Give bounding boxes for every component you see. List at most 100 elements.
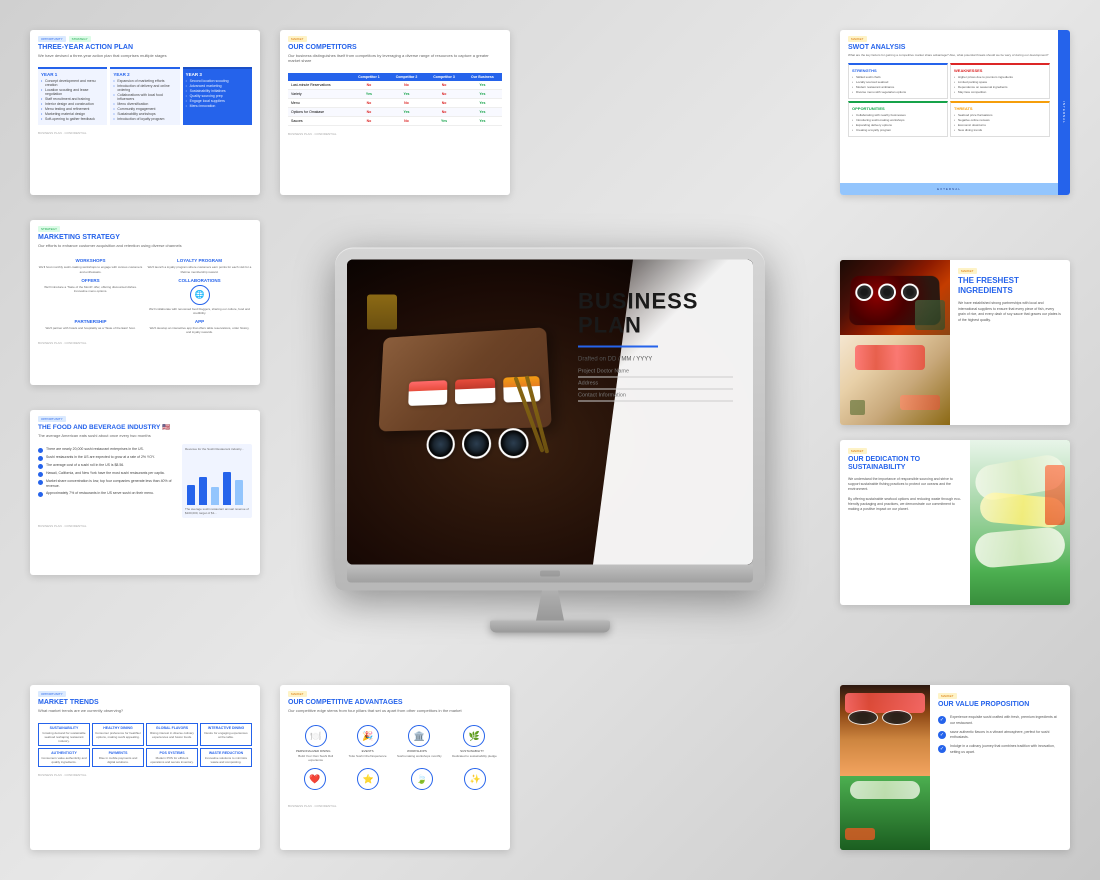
sushi-roll-3	[498, 428, 529, 459]
value-item-1: ✓ Experience exquisite sushi crafted wit…	[938, 715, 1062, 726]
swot-threats: THREATS Seafood price fluctuations Negat…	[950, 101, 1050, 137]
comp-col-1: Competitor 1	[350, 73, 388, 81]
value-item-2: ✓ savor authentic flavors in a vibrant a…	[938, 730, 1062, 741]
trend-payments: PAYMENTS Rise in mobile payments and dig…	[92, 748, 144, 767]
slide-footer: BUSINESS PLAN · CONFIDENTIAL	[30, 128, 260, 138]
check-icon-2: ✓	[938, 731, 946, 739]
value-image	[840, 685, 930, 850]
fresh-img-rolls	[840, 260, 950, 335]
value-text-3: Indulge in a culinary journey that combi…	[950, 744, 1062, 755]
tag-market-value: MARKET	[938, 693, 957, 699]
fb-subtitle: The average American eats sushi about on…	[38, 433, 252, 438]
adv-subtitle: Our competitive edge stems from four pil…	[288, 708, 502, 713]
star-icon: ⭐	[357, 768, 379, 790]
adv-icon2-4: ✨	[464, 768, 486, 792]
fb-chart: Revenue for the Sushi Restaurant industr…	[182, 444, 252, 518]
bp-subtitle: Drafted on DD / MM / YYYY	[578, 356, 733, 366]
trend-sustainability: SUSTAINABILITY Growing demand for sustai…	[38, 723, 90, 746]
bp-title-line1: BUSINESS	[578, 290, 733, 314]
bp-title-line2: PLAN	[578, 314, 733, 338]
slide-footer-comp: BUSINESS PLAN · CONFIDENTIAL	[280, 129, 510, 139]
slide-footer-mkt: BUSINESS PLAN · CONFIDENTIAL	[30, 338, 260, 348]
three-year-subtitle: We have devised a three-year action plan…	[38, 53, 252, 58]
tag-strategy-mkt: STRATEGY	[38, 226, 60, 232]
competitors-title: OUR COMPETITORS	[288, 44, 502, 52]
mkt-partnership: PARTNERSHIP We'll partner with hotels an…	[38, 319, 143, 334]
sustain-title: OUR DEDICATION TO SUSTAINABILITY	[848, 456, 962, 473]
fresh-images	[840, 260, 950, 425]
fb-title: THE FOOD AND BEVERAGE INDUSTRY 🇺🇸	[38, 424, 252, 432]
value-text-2: savor authentic flavors in a vibrant atm…	[950, 730, 1062, 741]
tag-market-sustain: MARKET	[848, 448, 867, 454]
bp-field-address: Address	[578, 380, 733, 389]
check-icon-3: ✓	[938, 745, 946, 753]
monitor-stand-neck	[530, 591, 570, 621]
swot-subtitle: What are the key factors for gaining a c…	[848, 53, 1050, 57]
tag-opportunity-trends: OPPORTUNITY	[38, 691, 66, 697]
table-row: Last-minute Reservations No No No Yes	[288, 81, 502, 90]
three-year-title: THREE-YEAR ACTION PLAN	[38, 44, 252, 52]
screen-content: BUSINESS PLAN Drafted on DD / MM / YYYY …	[347, 260, 753, 565]
slide-footer-fb: BUSINESS PLAN · CONFIDENTIAL	[30, 521, 260, 531]
stat-2: Sushi restaurants in the US are expected…	[38, 455, 178, 461]
slide-sustainability: MARKET OUR DEDICATION TO SUSTAINABILITY …	[840, 440, 1070, 605]
revenue-chart	[185, 455, 249, 505]
bp-field-contact: Contact Information	[578, 392, 733, 401]
slide-competitors: MARKET OUR COMPETITORS Our business dist…	[280, 30, 510, 195]
sustain-text1: We understand the importance of responsi…	[848, 477, 962, 493]
adv-icon2-3: 🍃	[411, 768, 433, 792]
slide-freshest: MARKET THE FRESHEST INGREDIENTS We have …	[840, 260, 1070, 425]
value-food-visual	[840, 685, 930, 850]
adv-workshops: 🏛️ WORKSHOPS Sushi-making workshops mont…	[397, 725, 442, 762]
bar-4	[223, 472, 231, 505]
adv-icons-row: 🍽️ PERSONALIZED DINING Build Your Own Su…	[288, 725, 502, 762]
fresh-text-col: MARKET THE FRESHEST INGREDIENTS We have …	[950, 260, 1070, 425]
sustain-image	[970, 440, 1070, 605]
table-row: Menu No No No Yes	[288, 99, 502, 108]
table-row: Variety Yes Yes No Yes	[288, 90, 502, 99]
fresh-text: We have established strong partnerships …	[958, 301, 1062, 323]
adv-events: 🎉 EVENTS Totto Sushi Chef Experience	[349, 725, 387, 762]
tag-market-adv: MARKET	[288, 691, 307, 697]
monitor-wrapper: BUSINESS PLAN Drafted on DD / MM / YYYY …	[335, 248, 765, 633]
quality-icon: ✨	[464, 768, 486, 790]
comp-col-feature	[288, 73, 350, 81]
events-icon: 🎉	[357, 725, 379, 747]
trend-interactive-dining: INTERACTIVE DINING Desire for engaging e…	[200, 723, 252, 746]
stat-5: Market share concentration is low; top f…	[38, 479, 178, 489]
adv-icon2-2: ⭐	[357, 768, 379, 792]
slide-marketing: STRATEGY MARKETING STRATEGY Our efforts …	[30, 220, 260, 385]
monitor-screen: BUSINESS PLAN Drafted on DD / MM / YYYY …	[347, 260, 753, 565]
tag-market-swot: MARKET	[848, 36, 867, 42]
mkt-loyalty: LOYALTY PROGRAM We'll launch a loyalty p…	[147, 258, 252, 273]
adv-sustainability: 🌿 SUSTAINABILITY Dedicated to sustainabi…	[452, 725, 497, 762]
tag-market-fresh: MARKET	[958, 268, 977, 274]
swot-strengths: STRENGTHS Skilled sushi chefs Locally so…	[848, 63, 948, 99]
adv-personalized: 🍽️ PERSONALIZED DINING Build Your Own Su…	[293, 725, 338, 762]
slide-market-trends: OPPORTUNITY MARKET TRENDS What market tr…	[30, 685, 260, 850]
comp-col-us: Our Business	[463, 73, 502, 81]
chart-label: The average sushi restaurant annual reve…	[185, 507, 249, 515]
mkt-app: APP We'll develop an interactive app tha…	[147, 319, 252, 334]
check-icon-1: ✓	[938, 716, 946, 724]
slide-three-year: OPPORTUNITY STRATEGY THREE-YEAR ACTION P…	[30, 30, 260, 195]
sushi-roll-2	[462, 429, 491, 459]
mkt-collaborations: COLLABORATIONS 🌐 We'll collaborate with …	[147, 278, 252, 315]
fresh-img-sashimi	[840, 335, 950, 425]
fb-layout: There are nearly 20,000 sushi restaurant…	[38, 444, 252, 518]
marketing-subtitle: Our efforts to enhance customer acquisit…	[38, 243, 252, 248]
swot-weaknesses: WEAKNESSES Higher prices due to premium …	[950, 63, 1050, 99]
year1-label: YEAR 1	[41, 72, 104, 77]
slide-value-prop: MARKET OUR VALUE PROPOSITION ✓ Experienc…	[840, 685, 1070, 850]
stat-1: There are nearly 20,000 sushi restaurant…	[38, 447, 178, 453]
bar-1	[187, 485, 195, 505]
table-row: Sauces No No Yes Yes	[288, 117, 502, 126]
bp-field-project: Project Doctor Name	[578, 368, 733, 377]
table-row: Options for Omakase No Yes No Yes	[288, 108, 502, 117]
tag-strategy: STRATEGY	[69, 36, 91, 42]
trends-subtitle: What market trends are we currently obse…	[38, 708, 252, 713]
mkt-workshops: WORKSHOPS We'll host monthly sushi-makin…	[38, 258, 143, 273]
stat-4: Hawaii, California, and New York have th…	[38, 471, 178, 477]
trend-pos-systems: POS SYSTEMS Modern POS for efficient ope…	[146, 748, 198, 767]
trend-healthy-dining: HEALTHY DINING Consumer preference for h…	[92, 723, 144, 746]
